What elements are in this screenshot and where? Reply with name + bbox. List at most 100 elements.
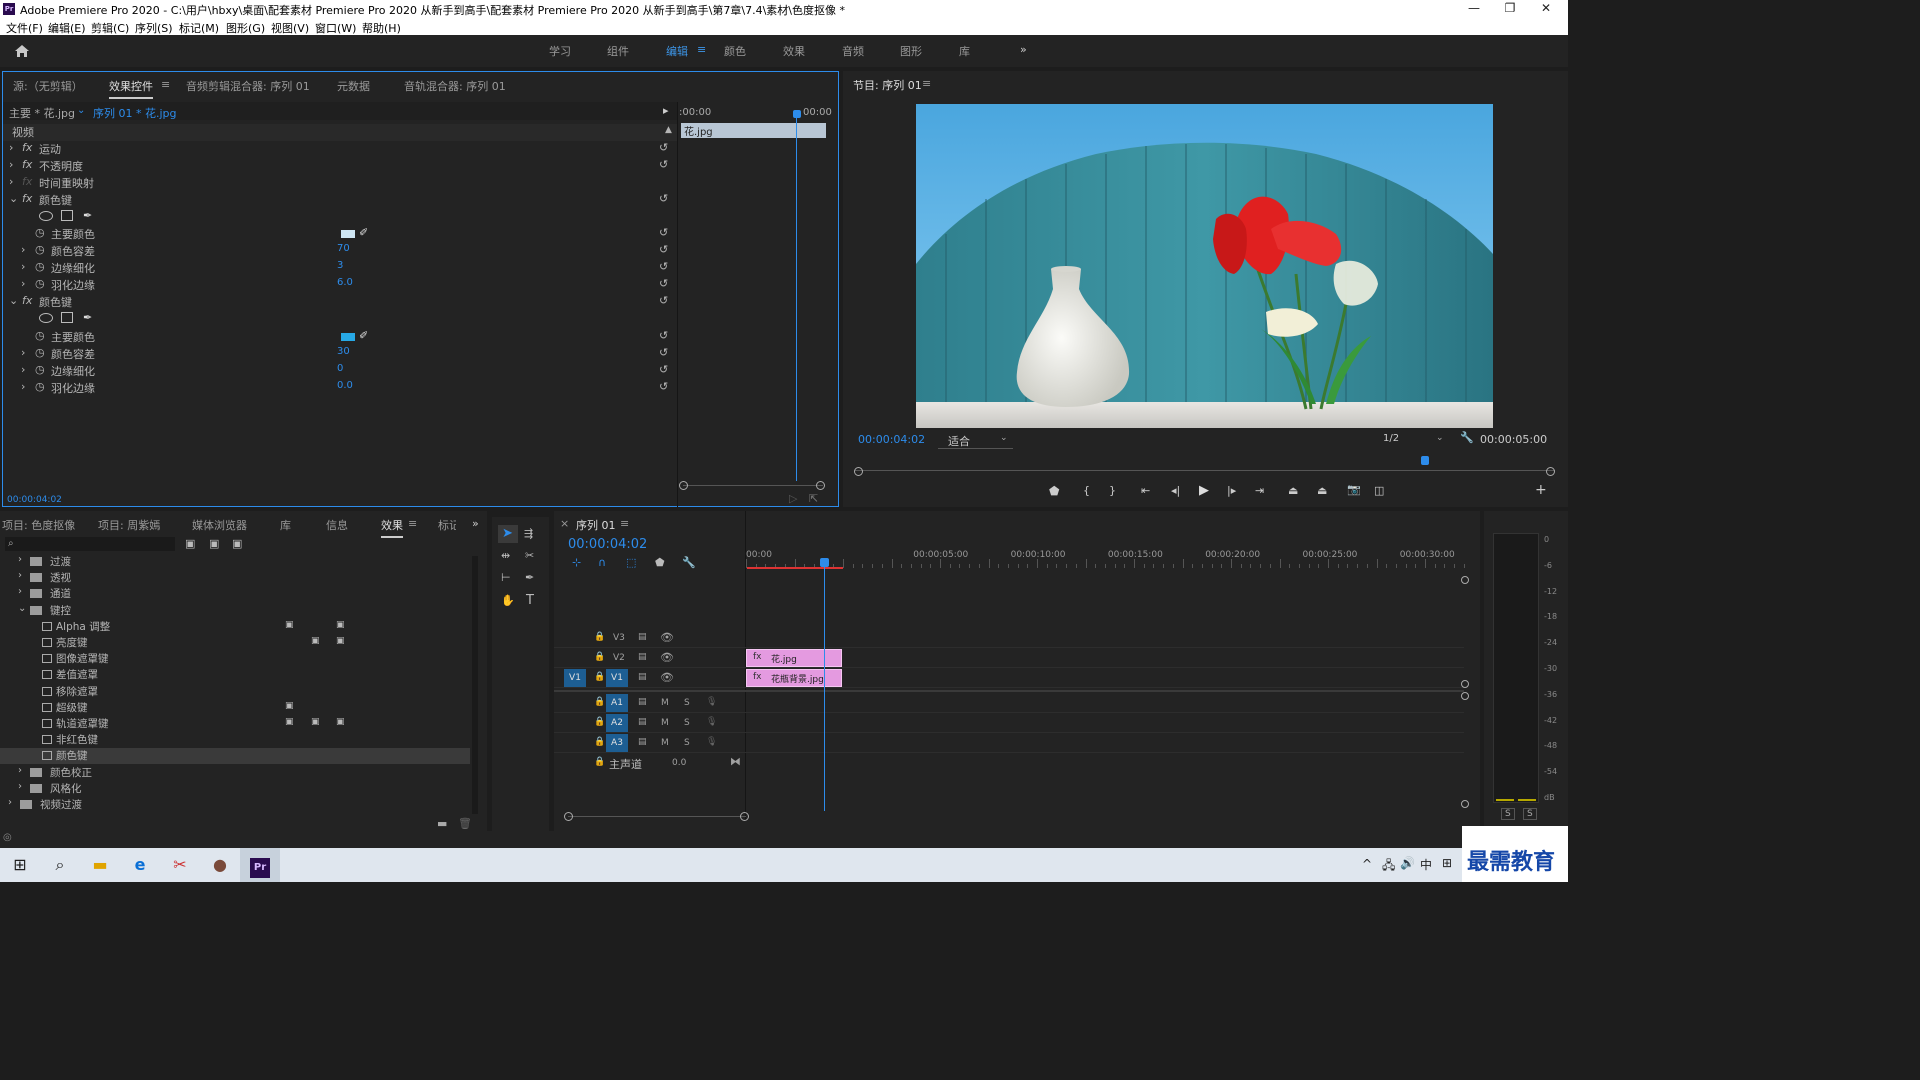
tree-scrollbar[interactable] <box>472 556 478 814</box>
clip-dropdown-icon[interactable]: ⌄ <box>77 105 85 116</box>
play-icon[interactable]: ▶ <box>1199 483 1209 498</box>
microphone-icon[interactable]: 🎙 <box>706 697 717 707</box>
rectangle-mask-icon[interactable] <box>61 312 73 323</box>
type-tool-icon[interactable]: T <box>526 593 534 608</box>
key-color-swatch[interactable] <box>341 230 355 238</box>
zoom-handle-left[interactable] <box>854 467 863 476</box>
effects-tree-item[interactable]: › 颜色校正 <box>0 765 470 781</box>
lift-icon[interactable]: ⏏ <box>1288 484 1298 497</box>
effects-tree-item[interactable]: › 视频过渡 <box>0 797 470 813</box>
step-back-icon[interactable]: ◂| <box>1171 484 1180 497</box>
lock-icon[interactable]: 🔒 <box>594 737 605 747</box>
accelerated-effects-icon[interactable]: ▣ <box>185 537 195 550</box>
collapse-chevron-icon[interactable]: ⌄ <box>9 192 18 205</box>
mark-out-icon[interactable]: } <box>1109 484 1116 497</box>
ripple-edit-tool-icon[interactable]: ⇹ <box>501 549 510 562</box>
ec-zoom-scrollbar[interactable] <box>683 485 823 486</box>
reset-icon[interactable]: ↺ <box>659 158 668 171</box>
ime-icon[interactable]: ⊞ <box>1442 856 1452 870</box>
snipping-tool-icon[interactable]: ✂ <box>160 848 200 882</box>
expand-chevron-icon[interactable]: › <box>18 781 22 792</box>
effects-tree-item[interactable]: 差值遮罩 <box>0 667 470 683</box>
timeline-settings-icon[interactable]: 🔧 <box>682 556 696 569</box>
mute-button[interactable]: M <box>661 698 669 708</box>
expand-chevron-icon[interactable]: › <box>9 158 13 171</box>
lock-icon[interactable]: 🔒 <box>594 672 605 682</box>
hand-tool-icon[interactable]: ✋ <box>501 594 515 607</box>
solo-left-button[interactable]: S <box>1501 808 1515 820</box>
effects-tree-item[interactable]: 颜色键 <box>0 748 470 765</box>
stopwatch-icon[interactable]: ◷ <box>35 243 45 256</box>
menu-file[interactable]: 文件(F) <box>6 20 43 36</box>
ellipse-mask-icon[interactable] <box>39 313 53 323</box>
timeline-timecode[interactable]: 00:00:04:02 <box>568 537 647 552</box>
tray-expand-icon[interactable]: ^ <box>1362 857 1372 871</box>
pen-mask-icon[interactable]: ✒ <box>83 209 92 222</box>
fx-badge-icon[interactable]: fx <box>753 652 762 662</box>
stopwatch-icon[interactable]: ◷ <box>35 260 45 273</box>
lock-icon[interactable]: 🔒 <box>594 717 605 727</box>
linked-selection-icon[interactable]: ⬚ <box>626 556 636 569</box>
go-to-in-icon[interactable]: ⇤ <box>1141 484 1150 497</box>
workspace-effects[interactable]: 效果 <box>783 43 805 59</box>
dropdown-chevron-icon[interactable]: ⌄ <box>1436 433 1444 443</box>
network-icon[interactable]: 🖧 <box>1382 856 1395 877</box>
expand-chevron-icon[interactable]: › <box>18 570 22 581</box>
volume-icon[interactable]: 🔊 <box>1400 856 1415 870</box>
export-icon[interactable]: ⇱ <box>809 492 818 505</box>
program-monitor-title[interactable]: 节目: 序列 01 <box>853 77 922 93</box>
track-select-tool-icon[interactable]: ⇶ <box>524 527 533 540</box>
zoom-handle-right[interactable] <box>740 812 749 821</box>
play-audio-icon[interactable]: ▷ <box>789 492 797 505</box>
ec-playhead[interactable] <box>796 116 797 481</box>
workspace-assembly[interactable]: 组件 <box>607 43 629 59</box>
windows-start-icon[interactable]: ⊞ <box>0 848 40 882</box>
ec-playhead-handle[interactable] <box>793 110 801 118</box>
eyedropper-icon[interactable]: ✐ <box>359 226 368 239</box>
menu-marker[interactable]: 标记(M) <box>179 20 219 36</box>
workspace-libraries[interactable]: 库 <box>959 43 970 59</box>
more-workspaces-icon[interactable]: » <box>1020 43 1027 56</box>
export-frame-icon[interactable]: 📷 <box>1347 483 1361 496</box>
track-label[interactable]: V1 <box>606 669 628 687</box>
param-value[interactable]: 3 <box>337 260 343 271</box>
effects-tree-item[interactable]: › 风格化 <box>0 781 470 797</box>
effects-tree-item[interactable]: › 透视 <box>0 570 470 586</box>
effects-tree-item[interactable]: ⌄ 键控 <box>0 603 470 619</box>
scroll-up-icon[interactable]: ▲ <box>665 125 672 135</box>
add-button-icon[interactable]: + <box>1535 482 1547 498</box>
expand-chevron-icon[interactable]: › <box>21 380 25 393</box>
minimize-button[interactable]: — <box>1458 0 1490 18</box>
key-color-swatch[interactable] <box>341 333 355 341</box>
menu-edit[interactable]: 编辑(E) <box>48 20 86 36</box>
eye-icon[interactable]: 👁 <box>660 651 674 664</box>
close-tab-icon[interactable]: × <box>560 517 569 530</box>
effect-row-motion[interactable]: › fx 运动 ↺ <box>3 141 677 158</box>
eye-icon[interactable]: 👁 <box>660 671 674 684</box>
sync-lock-icon[interactable]: ▤ <box>638 652 647 662</box>
tab-menu-icon[interactable]: ≡ <box>408 517 417 530</box>
tab-project-1[interactable]: 项目: 色度抠像 <box>2 517 75 533</box>
tab-audio-track-mixer[interactable]: 音轨混合器: 序列 01 <box>404 78 506 94</box>
search-icon[interactable]: ⌕ <box>40 848 80 882</box>
fit-dropdown[interactable]: 适合 <box>948 433 970 449</box>
input-language[interactable]: 中 <box>1420 856 1432 873</box>
expand-chevron-icon[interactable]: › <box>9 141 13 154</box>
expand-chevron-icon[interactable]: › <box>21 260 25 273</box>
zoom-handle-right[interactable] <box>816 481 825 490</box>
expand-chevron-icon[interactable]: › <box>21 346 25 359</box>
solo-button[interactable]: S <box>684 718 690 728</box>
program-menu-icon[interactable]: ≡ <box>922 77 931 90</box>
rectangle-mask-icon[interactable] <box>61 210 73 221</box>
file-explorer-icon[interactable]: ▬ <box>80 848 120 882</box>
play-clip-icon[interactable]: ▸ <box>663 104 669 117</box>
ellipse-mask-icon[interactable] <box>39 211 53 221</box>
source-patch-v1[interactable]: V1 <box>564 669 586 687</box>
effects-tree-item[interactable]: 超级键 <box>0 700 470 716</box>
lock-icon[interactable]: 🔒 <box>594 697 605 707</box>
master-expand-icon[interactable]: ⧓ <box>730 755 741 768</box>
clip-vase-background[interactable]: fx 花瓶背景.jpg <box>746 669 842 687</box>
program-timecode[interactable]: 00:00:04:02 <box>858 433 925 446</box>
microphone-icon[interactable]: 🎙 <box>706 717 717 727</box>
expand-chevron-icon[interactable]: › <box>8 797 12 808</box>
